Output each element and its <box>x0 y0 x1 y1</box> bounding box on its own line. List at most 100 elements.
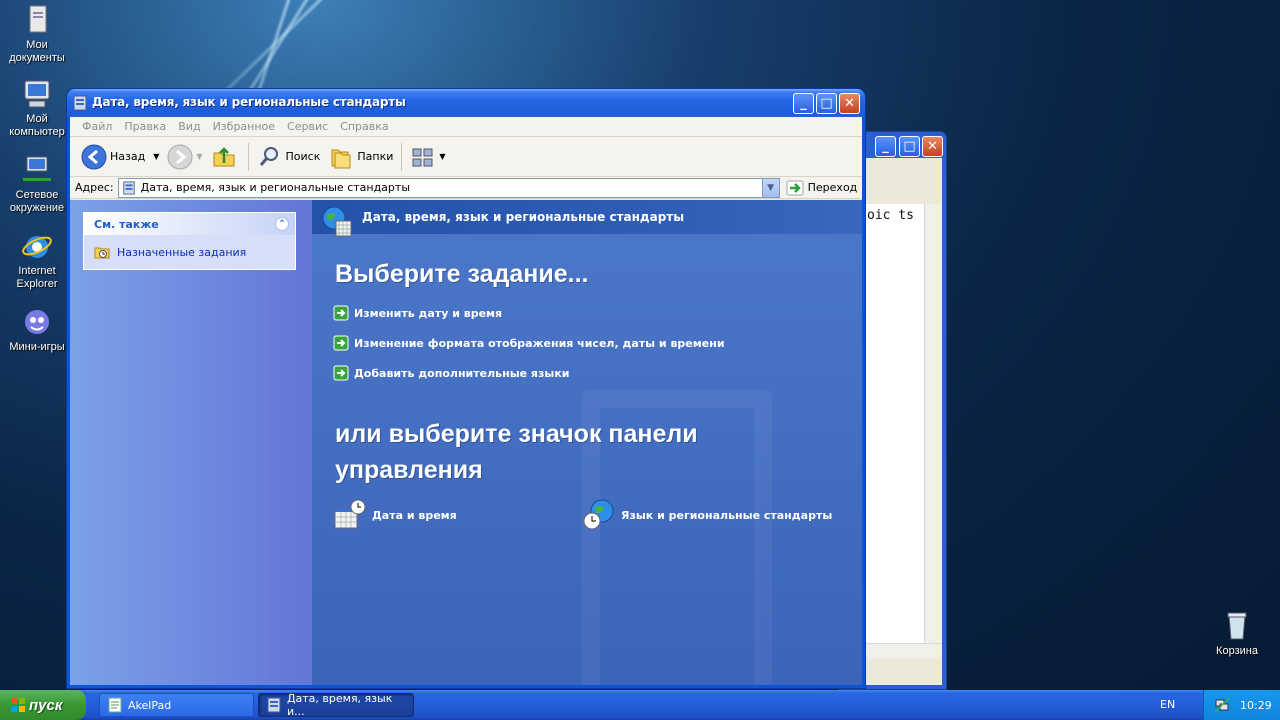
window-client: Файл Правка Вид Избранное Сервис Справка… <box>70 117 862 685</box>
green-arrow-icon <box>333 335 349 351</box>
toolbar: Назад ▼ ▼ Поиск Папки ▼ <box>70 137 862 177</box>
network-tray-icon[interactable] <box>1214 697 1230 713</box>
see-also-item-scheduled-tasks[interactable]: Назначенные задания <box>84 235 295 269</box>
mini-games-icon <box>25 310 49 334</box>
maximize-button[interactable]: □ <box>816 93 837 114</box>
cpl-regional-options[interactable]: Язык и региональные стандарты <box>582 498 832 532</box>
address-dropdown-button[interactable]: ▼ <box>761 178 779 197</box>
folders-icon <box>331 149 351 168</box>
minimize-button[interactable]: _ <box>793 93 814 114</box>
address-value: Дата, время, язык и региональные стандар… <box>140 181 411 194</box>
menu-file[interactable]: Файл <box>76 117 118 136</box>
desktop-icon-label: Сетевое окружение <box>9 189 65 214</box>
see-also-item-label: Назначенные задания <box>117 245 247 259</box>
desktop-icon-label: Мои документы <box>9 39 65 64</box>
content-area: См. также ⌃ Назначенные задания Дата, вр… <box>70 200 862 685</box>
chevron-down-icon: ▼ <box>439 152 446 161</box>
back-arrow-icon <box>81 144 107 169</box>
cpl-date-time[interactable]: Дата и время <box>333 498 457 532</box>
menu-favorites[interactable]: Избранное <box>207 117 281 136</box>
views-button[interactable]: ▼ <box>406 141 449 173</box>
menu-view[interactable]: Вид <box>172 117 206 136</box>
date-time-icon <box>334 499 366 529</box>
views-icon <box>412 148 433 166</box>
task-change-format[interactable]: Изменение формата отображения чисел, дат… <box>333 335 725 351</box>
minimize-button[interactable]: _ <box>875 136 896 157</box>
toolbar-separator <box>247 142 249 171</box>
go-label: Переход <box>807 181 858 194</box>
pick-icon-heading: или выберите значок панели управления <box>335 420 698 484</box>
taskbar-button-control-panel[interactable]: Дата, время, язык и... <box>258 692 414 718</box>
close-button[interactable]: ✕ <box>839 93 860 114</box>
taskbar-button-akelpad[interactable]: AkelPad <box>99 693 254 717</box>
see-also-title: См. также <box>94 217 159 231</box>
search-icon <box>259 146 278 166</box>
my-documents-icon <box>29 5 47 33</box>
maximize-button[interactable]: □ <box>899 136 920 157</box>
taskbar: пуск AkelPad Дата, время, язык и... EN 1… <box>0 690 1280 720</box>
desktop-icon-recycle-bin[interactable]: Корзина <box>1200 610 1274 658</box>
system-tray: 10:29 <box>1203 690 1280 720</box>
up-folder-button[interactable] <box>207 141 244 173</box>
menu-edit[interactable]: Правка <box>118 117 172 136</box>
desktop-icon-network[interactable]: Сетевое окружение <box>0 154 74 215</box>
desktop-icon-label: Мини-игры <box>9 341 65 353</box>
language-indicator[interactable]: EN <box>1160 698 1175 711</box>
desktop-icon-my-documents[interactable]: Мои документы <box>0 4 74 65</box>
cpl-label: Язык и региональные стандарты <box>621 508 833 522</box>
desktop-icon-label: Корзина <box>1216 645 1258 657</box>
category-pane: Дата, время, язык и региональные стандар… <box>312 200 862 685</box>
category-header: Дата, время, язык и региональные стандар… <box>312 200 862 237</box>
category-title: Дата, время, язык и региональные стандар… <box>362 210 685 224</box>
task-pane: См. также ⌃ Назначенные задания <box>70 200 312 685</box>
window-title: Дата, время, язык и региональные стандар… <box>92 95 406 109</box>
windows-flag-icon <box>11 698 25 712</box>
menu-bar: Файл Правка Вид Избранное Сервис Справка <box>70 117 862 137</box>
internet-explorer-icon <box>22 236 52 258</box>
title-bar[interactable]: Дата, время, язык и региональные стандар… <box>67 89 865 117</box>
cpl-label: Дата и время <box>372 508 457 522</box>
menu-help[interactable]: Справка <box>334 117 394 136</box>
taskbar-button-label: Дата, время, язык и... <box>286 692 393 718</box>
go-arrow-icon <box>786 180 804 195</box>
globe-clock-icon <box>583 499 614 530</box>
toolbar-separator <box>401 142 403 171</box>
vertical-scrollbar[interactable] <box>924 204 942 645</box>
forward-button[interactable]: ▼ <box>163 141 206 173</box>
desktop-icon-games[interactable]: Мини-игры <box>0 306 74 354</box>
search-button[interactable]: Поиск <box>253 141 325 173</box>
address-input[interactable]: Дата, время, язык и региональные стандар… <box>117 177 780 198</box>
go-button[interactable]: Переход <box>786 180 858 196</box>
green-arrow-icon <box>333 365 349 381</box>
my-computer-icon <box>24 80 50 108</box>
back-label: Назад <box>110 150 146 163</box>
control-panel-icon <box>73 95 87 111</box>
back-button[interactable]: Назад ▼ <box>77 141 163 173</box>
scheduled-tasks-icon <box>94 247 110 259</box>
desktop-icon-ie[interactable]: Internet Explorer <box>0 230 74 291</box>
task-change-date-time[interactable]: Изменить дату и время <box>333 305 502 321</box>
close-button[interactable]: ✕ <box>922 136 943 157</box>
menu-tools[interactable]: Сервис <box>281 117 334 136</box>
clock[interactable]: 10:29 <box>1240 699 1272 712</box>
address-label: Адрес: <box>75 181 114 194</box>
desktop-icon-label: Internet Explorer <box>16 265 58 290</box>
control-panel-window[interactable]: Дата, время, язык и региональные стандар… <box>67 89 865 688</box>
folders-button[interactable]: Папки <box>324 141 397 173</box>
chevron-down-icon[interactable]: ▼ <box>153 152 159 161</box>
start-label: пуск <box>29 696 63 714</box>
akelpad-editor[interactable]: oic ts <box>865 204 924 659</box>
desktop-icon-label: Мой компьютер <box>9 113 65 138</box>
collapse-chevron-icon[interactable]: ⌃ <box>275 217 289 231</box>
start-button[interactable]: пуск <box>0 690 86 720</box>
folders-label: Папки <box>357 150 394 163</box>
network-places-icon <box>23 156 51 181</box>
task-label: Изменить дату и время <box>354 306 503 320</box>
see-also-header[interactable]: См. также ⌃ <box>84 213 295 235</box>
task-add-languages[interactable]: Добавить дополнительные языки <box>333 365 570 381</box>
desktop-icon-my-computer[interactable]: Мой компьютер <box>0 78 74 139</box>
task-label: Добавить дополнительные языки <box>354 366 570 380</box>
horizontal-scrollbar[interactable] <box>865 643 942 659</box>
forward-arrow-icon <box>167 144 193 169</box>
task-label: Изменение формата отображения чисел, дат… <box>354 336 725 350</box>
